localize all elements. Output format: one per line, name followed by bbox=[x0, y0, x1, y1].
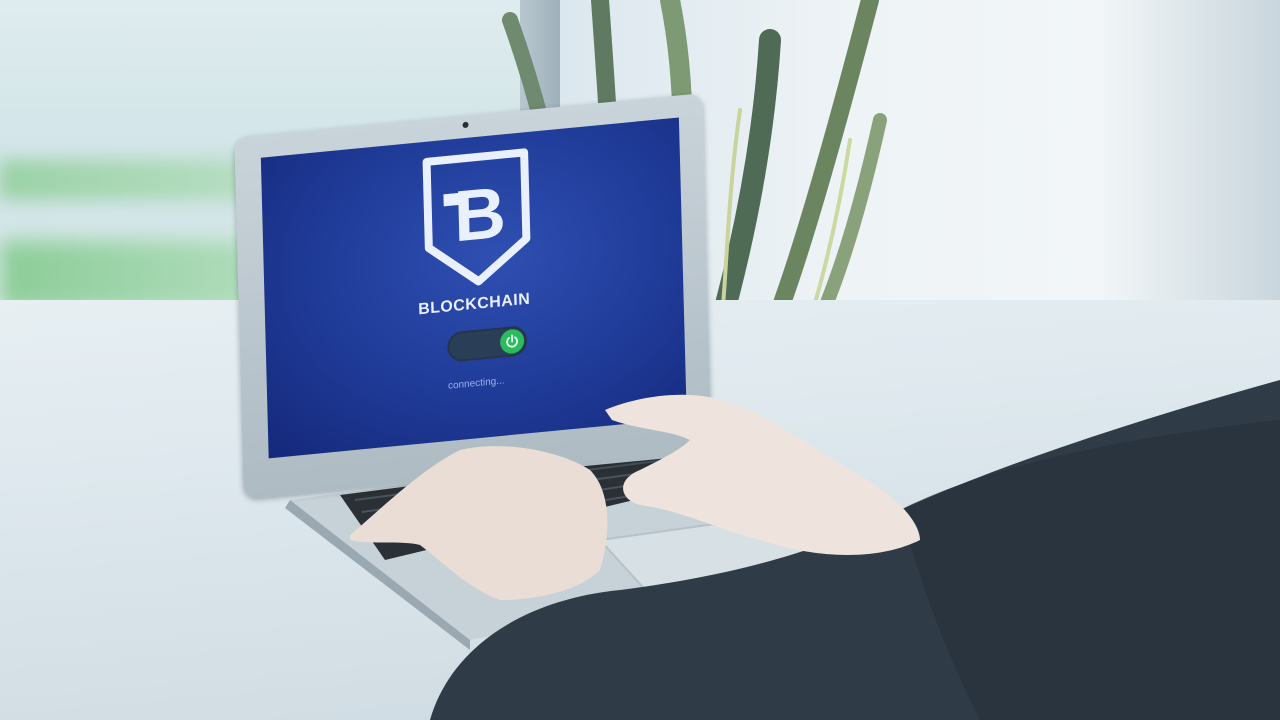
photo-scene: B BLOCKCHAIN connecting... MacBook Air bbox=[0, 0, 1280, 720]
person-hands bbox=[350, 380, 1280, 720]
